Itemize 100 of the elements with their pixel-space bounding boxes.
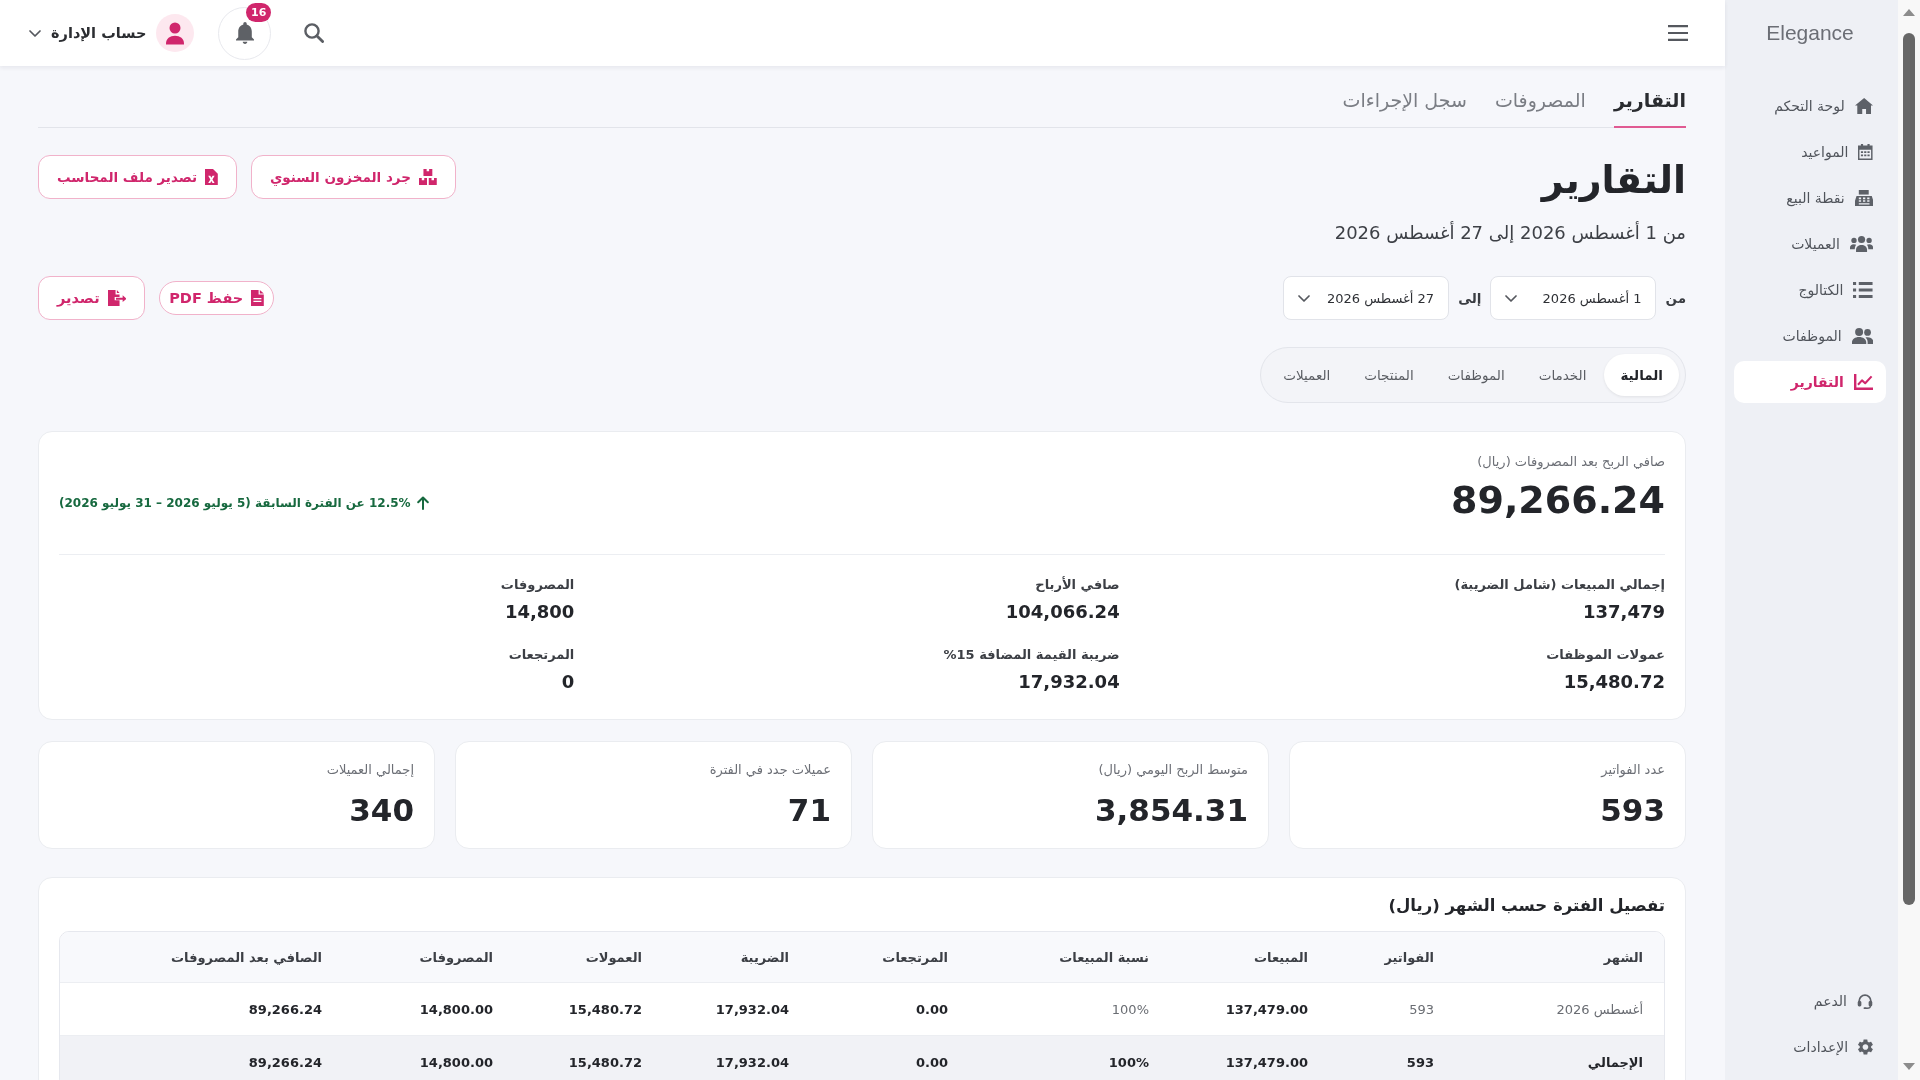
report-tab[interactable]: العميلات <box>1267 354 1347 396</box>
column-header: المبيعات <box>1253 948 1309 967</box>
cash-register-icon <box>1854 190 1873 206</box>
scrollbar-thumb[interactable] <box>1903 33 1915 905</box>
tab[interactable]: التقارير <box>1613 76 1686 128</box>
date-select[interactable]: 1 أغسطس 2026 <box>1490 276 1657 320</box>
column-header: الشهر <box>1602 948 1644 967</box>
column-header: المصروفات <box>418 948 494 967</box>
stat-value: 593 <box>1599 791 1665 830</box>
boxes-icon <box>418 169 437 185</box>
stat-value: 340 <box>348 791 414 830</box>
action-button[interactable]: جرد المخزون السنوي <box>250 155 456 199</box>
metric-value: 17,932.04 <box>1017 670 1120 694</box>
table-cell-text: 14,800.00 <box>418 1053 494 1072</box>
scroll-down-icon[interactable] <box>1903 1063 1915 1070</box>
stat-label: عميلات جدد في الفترة <box>708 761 831 780</box>
gear-icon <box>1858 1039 1873 1055</box>
metric-label: عمولات الموظفات <box>1545 646 1665 664</box>
stat-value: 71 <box>786 791 831 830</box>
table-cell-text: 89,266.24 <box>247 1053 323 1072</box>
stat-value: 3,854.31 <box>1094 791 1248 830</box>
table-cell-text: 89,266.24 <box>247 1000 323 1019</box>
metric-label: ضريبة القيمة المضافة 15% <box>942 646 1120 664</box>
page-title: التقارير <box>1539 157 1686 204</box>
people-icon <box>1851 328 1873 344</box>
sidebar-item[interactable]: الإعدادات <box>1734 1026 1886 1068</box>
date-select[interactable]: 27 أغسطس 2026 <box>1283 276 1450 320</box>
table-cell-text: أغسطس 2026 <box>1555 1000 1644 1020</box>
chevron-down-icon <box>29 29 41 37</box>
scroll-up-icon[interactable] <box>1903 9 1915 16</box>
table-cell-text: 14,800.00 <box>418 1000 494 1019</box>
sidebar-item[interactable]: لوحة التحكم <box>1734 85 1886 127</box>
table-cell-text: 100% <box>1110 1000 1150 1019</box>
line-chart-icon <box>1853 374 1873 390</box>
table-cell-text: 0.00 <box>914 1000 949 1019</box>
report-tab[interactable]: المالية <box>1604 354 1679 396</box>
metric-label: المصروفات <box>499 576 575 594</box>
sidebar-item[interactable]: الكتالوج <box>1734 269 1886 311</box>
stat-label: متوسط الربح اليومي (ريال) <box>1097 761 1248 780</box>
chevron-down-icon <box>1505 294 1518 302</box>
sidebar-item[interactable]: نقطة البيع <box>1734 177 1886 219</box>
pdf-file-icon <box>251 290 265 306</box>
table-title: تفصيل الفترة حسب الشهر (ريال) <box>1387 895 1665 917</box>
table-cell-text: 15,480.72 <box>567 1053 643 1072</box>
tab[interactable]: سجل الإجراءات <box>1342 76 1467 128</box>
metric-value: 104,066.24 <box>1004 600 1120 624</box>
calendar-icon <box>1858 144 1873 160</box>
sidebar-item[interactable]: الموظفات <box>1734 315 1886 357</box>
table-cell-text: 0.00 <box>914 1053 949 1072</box>
metric-value: 0 <box>560 670 575 694</box>
table-cell-text: 100% <box>1107 1053 1150 1072</box>
metric-value: 15,480.72 <box>1562 670 1665 694</box>
page-subtitle: من 1 أغسطس 2026 إلى 27 أغسطس 2026 <box>1334 220 1686 246</box>
report-tab[interactable]: الموظفات <box>1431 354 1521 396</box>
table-cell-text: 17,932.04 <box>714 1053 790 1072</box>
table-cell-text: 593 <box>1408 1000 1435 1019</box>
file-export-icon <box>107 290 127 306</box>
table-cell-text: الإجمالي <box>1586 1053 1644 1072</box>
metric-value: 14,800 <box>503 600 575 624</box>
menu-icon[interactable] <box>1668 25 1688 41</box>
search-icon[interactable] <box>304 23 325 43</box>
table-cell-text: 15,480.72 <box>567 1000 643 1019</box>
chevron-down-icon <box>1298 294 1311 302</box>
action-button[interactable]: حفظ PDF <box>159 281 275 315</box>
change-text: 12.5% عن الفترة السابقة (5 يوليو 2026 – 31 يوليو 2026) <box>59 496 411 510</box>
column-header: الضريبة <box>739 948 790 967</box>
sidebar-item[interactable]: العميلات <box>1734 223 1886 265</box>
people-group-icon <box>1849 236 1873 252</box>
column-header: المرتجعات <box>881 948 949 967</box>
action-button[interactable]: تصدير <box>38 276 146 320</box>
sidebar-item[interactable]: المواعيد <box>1734 131 1886 173</box>
column-header: العمولات <box>584 948 643 967</box>
avatar-icon[interactable] <box>156 14 195 52</box>
spreadsheet-file-icon <box>205 169 218 185</box>
action-button[interactable]: تصدير ملف المحاسب <box>38 155 237 199</box>
column-header: نسبة المبيعات <box>1058 948 1150 967</box>
metric-label: المرتجعات <box>507 646 575 664</box>
metric-label: إجمالي المبيعات (شامل الضريبة) <box>1453 576 1665 594</box>
table-cell-text: 17,932.04 <box>714 1000 790 1019</box>
metric-value: 137,479 <box>1582 600 1665 624</box>
bell-icon <box>235 22 254 44</box>
summary-label: صافي الربح بعد المصروفات (ريال) <box>1476 453 1665 472</box>
report-tab[interactable]: المنتجات <box>1348 354 1430 396</box>
brand-name: Elegance <box>1765 20 1855 46</box>
table-cell-text: 137,479.00 <box>1224 1000 1309 1019</box>
sidebar-item[interactable]: التقارير <box>1734 361 1886 403</box>
report-tab[interactable]: الخدمات <box>1522 354 1603 396</box>
metric-label: صافي الأرباح <box>1034 575 1120 594</box>
table-cell-text: 593 <box>1405 1053 1435 1072</box>
notifications-button[interactable]: 16 <box>218 6 272 60</box>
column-header: الصافي بعد المصروفات <box>170 948 323 967</box>
notification-badge: 16 <box>246 2 272 22</box>
home-icon <box>1854 98 1873 114</box>
tab[interactable]: المصروفات <box>1494 76 1586 128</box>
list-icon <box>1853 282 1873 298</box>
headset-icon <box>1857 993 1873 1009</box>
account-menu-button[interactable]: حساب الإدارة <box>29 25 147 41</box>
sidebar-item[interactable]: الدعم <box>1734 980 1886 1022</box>
table-cell-text: 137,479.00 <box>1224 1053 1309 1072</box>
stat-label: عدد الفواتير <box>1599 761 1665 780</box>
